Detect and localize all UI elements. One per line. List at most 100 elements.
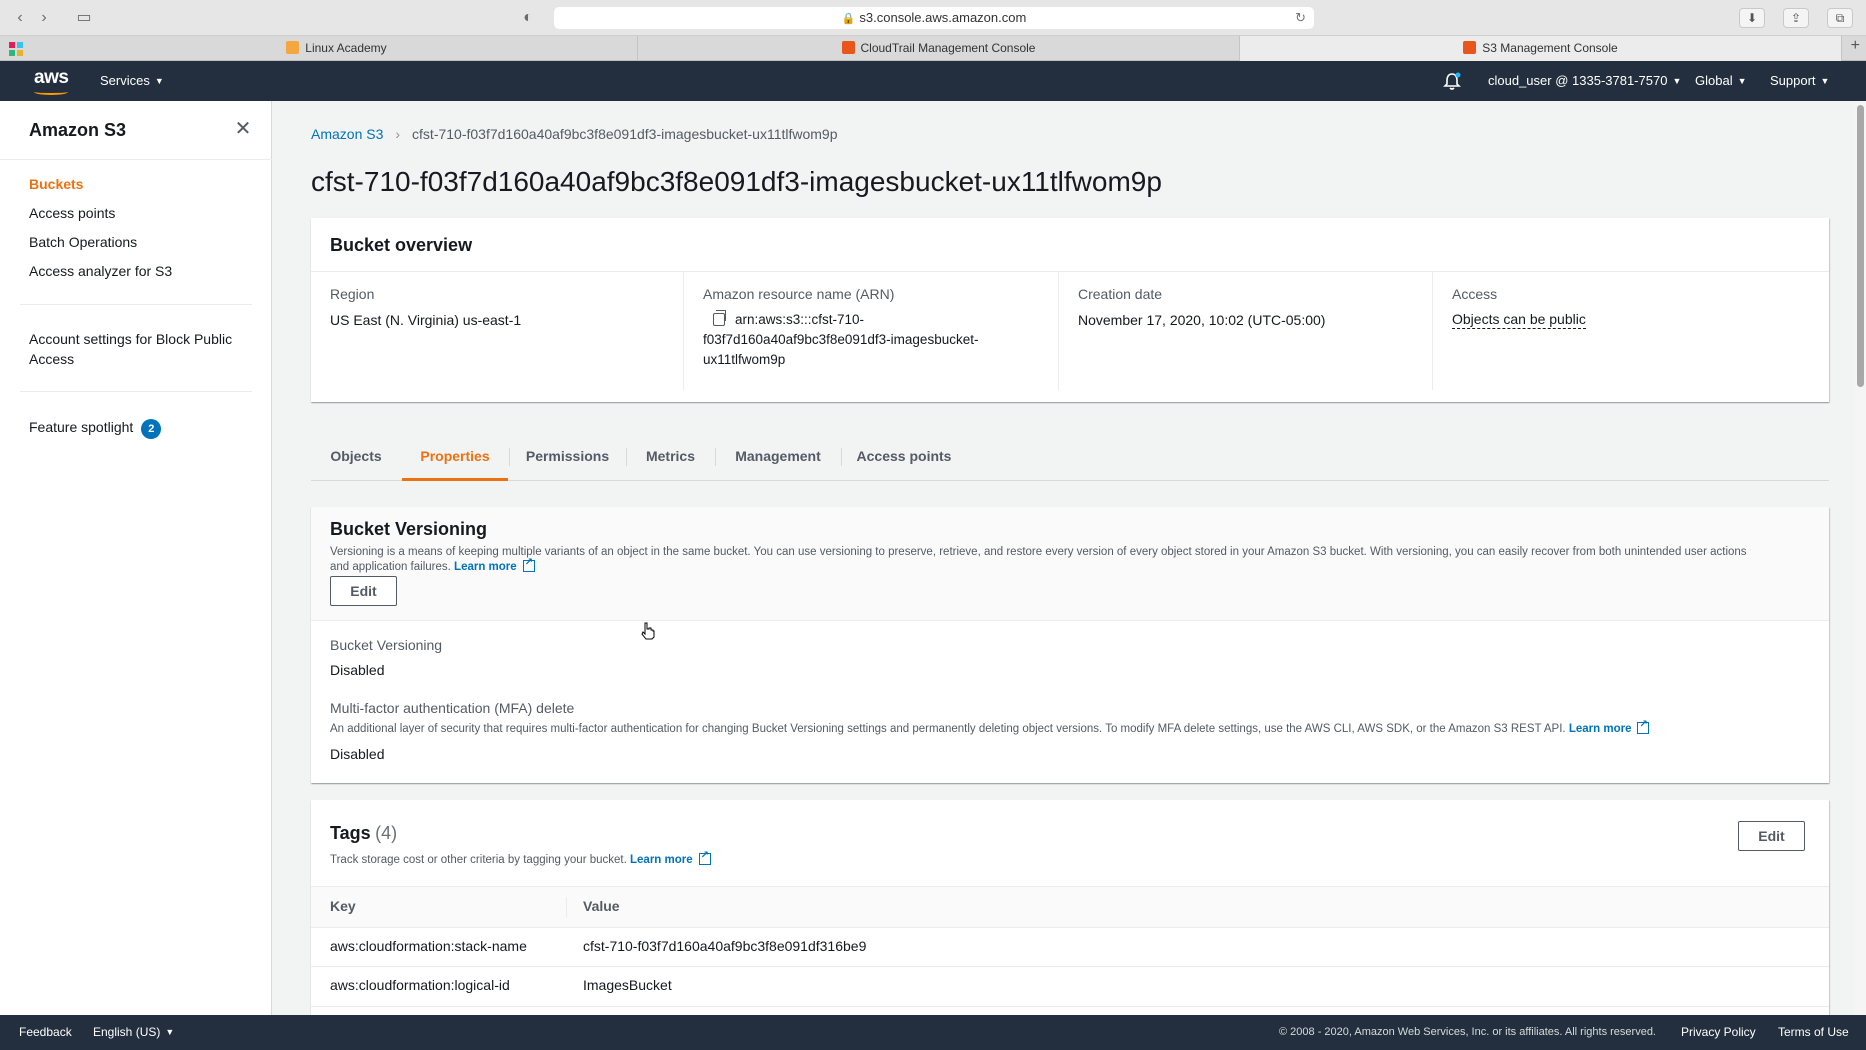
reload-icon[interactable]: ↻ [1295,7,1306,29]
language-label: English (US) [93,1025,161,1039]
services-label: Services [100,73,150,88]
external-link-icon [522,555,535,572]
support-menu[interactable]: Support ▼ [1770,61,1829,101]
arn-line: f03f7d160a40af9bc3f8e091df3-imagesbucket… [703,332,979,347]
linux-academy-icon [286,41,300,54]
lock-icon: 🔒 [841,13,856,25]
bucket-overview-panel: Bucket overview Region US East (N. Virgi… [311,218,1829,402]
sidebar-item-access-points[interactable]: Access points [29,203,249,223]
browser-tab-cloudtrail[interactable]: CloudTrail Management Console [638,36,1240,61]
services-menu[interactable]: Services ▼ [100,61,164,101]
aws-cube-icon [1463,41,1477,54]
forward-icon[interactable]: › [32,8,56,28]
tag-key-cell: aws:cloudformation:logical-id [330,977,510,993]
divider [0,159,272,160]
privacy-policy-link[interactable]: Privacy Policy [1681,1015,1756,1050]
arn-label: Amazon resource name (ARN) [703,286,895,302]
address-bar[interactable]: 🔒 s3.console.aws.amazon.com ↻ [554,7,1314,29]
tab-permissions[interactable]: Permissions [510,431,625,481]
sidebar-item-account-settings[interactable]: Account settings for Block Public Access [29,329,249,369]
region-column: Region US East (N. Virginia) us-east-1 [311,272,683,390]
tags-header: Tags (4) [330,823,397,844]
aws-cube-icon [841,41,855,54]
tab-access-points[interactable]: Access points [842,431,966,481]
url-text: s3.console.aws.amazon.com [859,10,1027,25]
feedback-link[interactable]: Feedback [19,1015,72,1050]
tab-objects[interactable]: Objects [311,431,401,481]
learn-more-link[interactable]: Learn more [630,854,693,866]
sidebar-toggle-icon[interactable]: ▭ [72,8,96,28]
access-column: Access Objects can be public [1432,272,1829,390]
versioning-status-value: Disabled [330,662,385,678]
panel-title: Tags [330,823,371,843]
creation-date-label: Creation date [1078,286,1163,302]
mfa-description: An additional layer of security that req… [330,717,1650,737]
aws-smile-icon [34,89,68,95]
description-text: Versioning is a means of keeping multipl… [330,546,1747,558]
new-tab-icon[interactable]: + [1851,37,1860,55]
divider [566,897,567,917]
caret-down-icon: ▼ [1672,76,1682,86]
panel-header: Bucket overview [311,218,1829,272]
tab-metrics[interactable]: Metrics [627,431,714,481]
edit-tags-button[interactable]: Edit [1738,821,1805,851]
panel-header: Bucket Versioning Versioning is a means … [311,507,1829,621]
tab-label: CloudTrail Management Console [860,41,1036,55]
share-icon[interactable]: ⇪ [1783,8,1809,28]
browser-tabs: Linux Academy CloudTrail Management Cons… [0,36,1866,61]
mfa-delete-value: Disabled [330,746,385,762]
column-header-key[interactable]: Key [330,898,356,914]
browser-tab-linux-academy[interactable]: Linux Academy [36,36,638,61]
aws-logo[interactable]: aws [34,67,69,95]
region-value: US East (N. Virginia) us-east-1 [330,312,522,328]
copy-icon[interactable] [713,310,726,326]
mfa-delete-label: Multi-factor authentication (MFA) delete [330,700,575,716]
region-label: Global [1695,73,1733,88]
tab-label: Linux Academy [305,41,387,55]
scrollbar-thumb[interactable] [1857,105,1864,387]
app-grid-icon[interactable] [9,42,23,56]
edit-versioning-button[interactable]: Edit [330,576,397,606]
arn-line: arn:aws:s3:::cfst-710- [735,312,865,327]
caret-down-icon: ▼ [154,76,164,86]
sidebar-item-access-analyzer[interactable]: Access analyzer for S3 [29,261,249,281]
back-icon[interactable]: ‹ [8,8,32,28]
download-icon[interactable]: ⬇ [1739,8,1765,28]
breadcrumb-root-link[interactable]: Amazon S3 [311,126,383,142]
column-header-value[interactable]: Value [583,898,620,914]
chevron-right-icon: › [395,126,401,142]
access-value[interactable]: Objects can be public [1452,310,1586,329]
tag-key-cell: aws:cloudformation:stack-name [330,938,527,954]
learn-more-link[interactable]: Learn more [454,561,517,573]
breadcrumb: Amazon S3 › cfst-710-f03f7d160a40af9bc3f8e… [311,126,838,142]
table-header-row: Key Value [311,887,1829,927]
notification-bell-icon[interactable] [1442,71,1462,91]
access-label: Access [1452,286,1498,302]
caret-down-icon: ▼ [1820,76,1830,86]
shield-icon[interactable]: ◐ [516,8,540,28]
scrollbar[interactable] [1855,101,1866,1015]
tab-management[interactable]: Management [716,431,840,481]
creation-date-value: November 17, 2020, 10:02 (UTC-05:00) [1078,312,1326,328]
sidebar-item-buckets[interactable]: Buckets [29,174,249,194]
browser-tab-s3[interactable]: S3 Management Console [1240,36,1842,61]
tags-panel: Tags (4) Track storage cost or other cri… [311,800,1829,1015]
tags-count: (4) [375,823,398,843]
sidebar-item-batch-operations[interactable]: Batch Operations [29,232,249,252]
terms-of-use-link[interactable]: Terms of Use [1778,1015,1849,1050]
account-menu[interactable]: cloud_user @ 1335-3781-7570 ▼ [1488,61,1681,101]
description-text: An additional layer of security that req… [330,723,1566,735]
language-selector[interactable]: English (US) ▼ [93,1015,174,1050]
learn-more-link[interactable]: Learn more [1569,723,1632,735]
caret-down-icon: ▼ [165,1027,175,1037]
sidebar-item-feature-spotlight[interactable]: Feature spotlight 2 [29,417,249,439]
tabs-overview-icon[interactable]: ⧉ [1827,8,1853,28]
close-icon[interactable]: ✕ [233,119,253,139]
region-menu[interactable]: Global ▼ [1695,61,1747,101]
tab-properties[interactable]: Properties [402,431,508,481]
divider [311,966,1829,967]
account-label: cloud_user @ 1335-3781-7570 [1488,73,1668,88]
tag-value-cell: cfst-710-f03f7d160a40af9bc3f8e091df316be… [583,938,867,954]
external-link-icon [698,848,711,865]
bucket-versioning-panel: Bucket Versioning Versioning is a means … [311,507,1829,783]
